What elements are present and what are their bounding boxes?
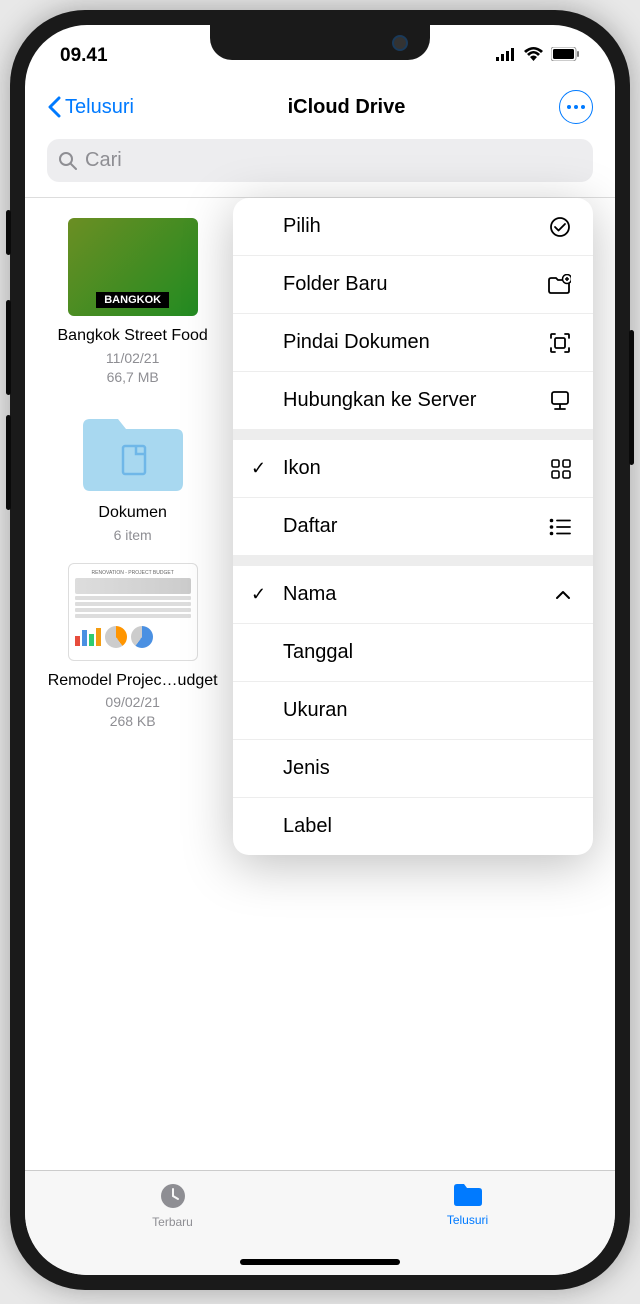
grid-icon bbox=[551, 459, 571, 479]
status-time: 09.41 bbox=[60, 45, 108, 67]
menu-item-sort-date[interactable]: Tanggal bbox=[233, 624, 593, 682]
tab-label: Telusuri bbox=[447, 1213, 488, 1227]
menu-item-list-view[interactable]: Daftar bbox=[233, 498, 593, 556]
file-name: Bangkok Street Food bbox=[58, 326, 208, 347]
file-item[interactable]: RENOVATION - PROJECT BUDGET Remodel Proj… bbox=[47, 563, 218, 730]
menu-item-sort-name[interactable]: Nama bbox=[233, 566, 593, 624]
file-date: 11/02/21 bbox=[106, 350, 159, 366]
menu-item-new-folder[interactable]: Folder Baru bbox=[233, 256, 593, 314]
volume-down-button bbox=[6, 415, 11, 510]
folder-item[interactable]: Dokumen 6 item bbox=[47, 405, 218, 543]
tab-label: Terbaru bbox=[152, 1215, 193, 1229]
search-icon bbox=[59, 152, 77, 170]
folder-icon bbox=[68, 405, 198, 503]
more-button[interactable] bbox=[559, 90, 593, 124]
file-date: 09/02/21 bbox=[105, 694, 160, 710]
back-label: Telusuri bbox=[65, 96, 134, 119]
folder-icon bbox=[451, 1181, 485, 1209]
phone-frame: 09.41 Telusuri iCloud Drive Cari bbox=[10, 10, 630, 1290]
back-button[interactable]: Telusuri bbox=[47, 96, 134, 119]
context-menu: Pilih Folder Baru Pindai Dokumen Hubungk… bbox=[233, 198, 593, 855]
wifi-icon bbox=[524, 45, 543, 67]
menu-item-sort-kind[interactable]: Jenis bbox=[233, 740, 593, 798]
file-thumbnail: RENOVATION - PROJECT BUDGET bbox=[68, 563, 198, 661]
menu-item-icons-view[interactable]: Ikon bbox=[233, 440, 593, 498]
clock-icon bbox=[158, 1181, 188, 1211]
power-button bbox=[629, 330, 634, 465]
menu-item-sort-tags[interactable]: Label bbox=[233, 798, 593, 855]
nav-bar: Telusuri iCloud Drive bbox=[25, 72, 615, 139]
search-placeholder: Cari bbox=[85, 149, 122, 172]
chevron-up-icon bbox=[555, 590, 571, 600]
ellipsis-icon bbox=[567, 105, 585, 109]
menu-item-select[interactable]: Pilih bbox=[233, 198, 593, 256]
silent-switch bbox=[6, 210, 11, 255]
scan-icon bbox=[549, 332, 571, 354]
screen: 09.41 Telusuri iCloud Drive Cari bbox=[25, 25, 615, 1275]
file-name: Dokumen bbox=[98, 503, 166, 524]
menu-item-scan[interactable]: Pindai Dokumen bbox=[233, 314, 593, 372]
file-item[interactable]: Bangkok Street Food 11/02/21 66,7 MB bbox=[47, 218, 218, 385]
file-size: 268 KB bbox=[110, 713, 156, 729]
menu-item-sort-size[interactable]: Ukuran bbox=[233, 682, 593, 740]
signal-icon bbox=[496, 45, 516, 67]
file-name: Remodel Projec…udget bbox=[48, 671, 218, 692]
home-indicator[interactable] bbox=[240, 1259, 400, 1265]
file-size: 66,7 MB bbox=[107, 369, 159, 385]
notch bbox=[210, 25, 430, 60]
menu-item-connect-server[interactable]: Hubungkan ke Server bbox=[233, 372, 593, 430]
chevron-left-icon bbox=[47, 96, 61, 118]
file-thumbnail bbox=[68, 218, 198, 316]
file-meta: 6 item bbox=[114, 527, 152, 543]
volume-up-button bbox=[6, 300, 11, 395]
search-bar[interactable]: Cari bbox=[47, 139, 593, 182]
list-icon bbox=[549, 518, 571, 536]
content-area: Bangkok Street Food 11/02/21 66,7 MB Dok… bbox=[25, 198, 615, 749]
battery-icon bbox=[551, 45, 580, 67]
server-icon bbox=[549, 390, 571, 412]
select-icon bbox=[549, 216, 571, 238]
folder-plus-icon bbox=[547, 274, 571, 296]
nav-title: iCloud Drive bbox=[288, 96, 406, 119]
